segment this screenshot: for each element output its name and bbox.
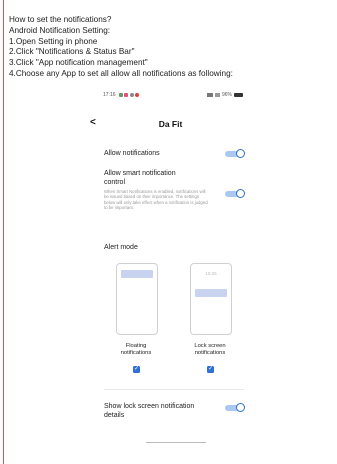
lock-caption-line2: notifications — [194, 350, 226, 356]
show-lock-details-toggle[interactable] — [225, 403, 245, 412]
show-lock-details-label: Show lock screen notification details — [104, 402, 194, 420]
allow-notifications-label: Allow notifications — [104, 150, 160, 157]
status-app-icon — [124, 93, 129, 97]
status-app-icon — [129, 93, 134, 97]
toggle-knob — [236, 149, 245, 158]
instruction-subheading: Android Notification Setting: — [9, 25, 111, 35]
lock-preview-time: 10:25 — [205, 271, 217, 276]
instruction-step-3: 3.Click "App notification management" — [9, 58, 148, 68]
floating-caption-line2: notifications — [120, 350, 152, 356]
floating-caption-line1: Floating — [125, 343, 147, 349]
status-time: 17:16 — [103, 92, 116, 98]
wifi-icon — [215, 93, 220, 97]
lock-screen-preview[interactable]: 10:25 — [190, 263, 232, 335]
status-bar-left: 17:16 — [103, 92, 140, 98]
divider — [104, 389, 244, 390]
instructions-text: How to set the notifications? Android No… — [9, 15, 233, 80]
instruction-step-1: 1.Open Setting in phone — [9, 36, 98, 46]
floating-banner — [121, 270, 153, 278]
lock-caption-line1: Lock screen — [194, 343, 226, 349]
page-margin-line — [3, 0, 4, 464]
page-title: Da Fit — [158, 119, 183, 129]
toggle-knob — [236, 189, 245, 198]
status-icons — [118, 93, 140, 97]
alert-mode-label: Alert mode — [104, 244, 138, 251]
home-indicator — [146, 442, 206, 443]
lock-screen-checkbox[interactable]: ✓ — [207, 366, 214, 373]
battery-icon — [234, 93, 244, 97]
smart-label-line2: control — [104, 179, 126, 186]
status-app-icon — [118, 93, 123, 97]
show-lock-line2: details — [104, 412, 125, 419]
instruction-heading: How to set the notifications? — [9, 15, 112, 24]
status-bar-right: 96% — [207, 92, 244, 98]
instruction-step-4: 4.Choose any App to set all allow all no… — [9, 68, 233, 78]
smart-label-line1: Allow smart notification — [104, 170, 176, 177]
instruction-step-2: 2.Click "Notifications & Status Bar" — [9, 47, 135, 57]
status-app-icon — [135, 93, 140, 97]
lock-caption: Lock screen notifications — [180, 343, 240, 357]
battery-percent: 96% — [222, 92, 233, 98]
lock-banner — [195, 289, 227, 297]
phone-screenshot: 17:16 96% < Da Fit Allow notifications A… — [73, 92, 268, 452]
allow-notifications-toggle[interactable] — [225, 149, 245, 158]
toggle-knob — [236, 403, 245, 412]
smart-notification-toggle[interactable] — [225, 189, 245, 198]
signal-icon — [207, 93, 213, 97]
smart-notification-description: When Smart Notifications is enabled, not… — [104, 189, 208, 210]
floating-preview[interactable] — [116, 263, 158, 335]
floating-caption: Floating notifications — [106, 343, 166, 357]
smart-notification-label: Allow smart notification control — [104, 169, 176, 187]
floating-checkbox[interactable]: ✓ — [133, 366, 140, 373]
show-lock-line1: Show lock screen notification — [104, 403, 195, 410]
